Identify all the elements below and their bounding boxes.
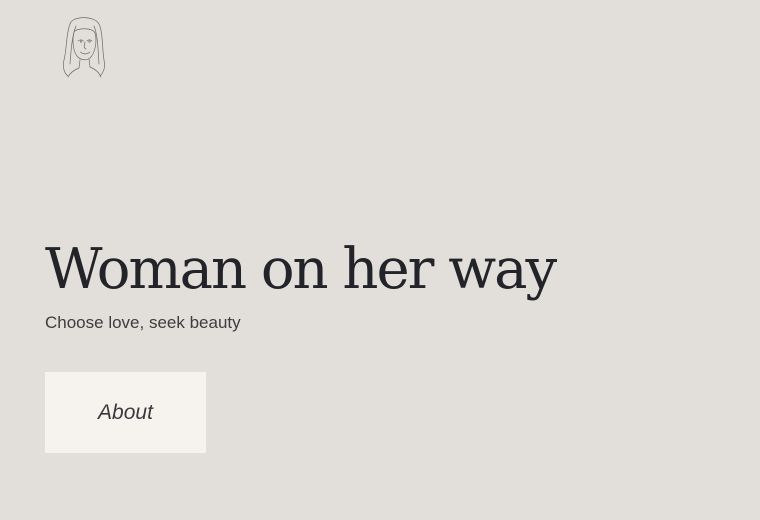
portrait-logo-icon[interactable] <box>54 14 112 78</box>
page-subtitle: Choose love, seek beauty <box>45 313 241 332</box>
about-button[interactable]: About <box>45 372 206 453</box>
hero-section: Woman on her way Choose love, seek beaut… <box>45 236 705 334</box>
page-title: Woman on her way <box>45 237 557 302</box>
